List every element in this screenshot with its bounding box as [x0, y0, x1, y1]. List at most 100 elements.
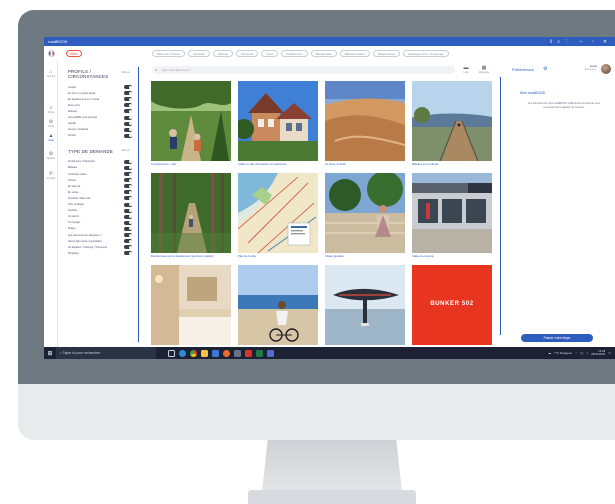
toggle-switch[interactable]	[124, 208, 132, 213]
activity-card[interactable]: Visiter la ville d'Arcachon en patrimoin…	[238, 81, 318, 166]
toggle-switch[interactable]	[124, 165, 132, 170]
toggle-switch[interactable]	[124, 133, 132, 138]
rail-item[interactable]: ⚙ Options	[44, 151, 58, 160]
filter-chip[interactable]: Restaurants	[310, 50, 337, 57]
weather-text[interactable]: 7°C Nuageux	[554, 351, 572, 355]
gear-icon[interactable]: ⚙	[543, 66, 547, 72]
toggle-switch[interactable]	[124, 220, 132, 225]
search-icon: ⌕	[155, 67, 158, 72]
card-photo	[325, 265, 405, 345]
rail-item[interactable]: ▲ Carte	[44, 133, 58, 142]
window-titlebar: roadBOOK ⇪ ⌕ ⋮ – ▫ ✕	[44, 37, 615, 46]
toggle-switch[interactable]	[124, 91, 132, 96]
chevron-up-icon[interactable]: ⌃	[575, 351, 578, 355]
toggle-switch[interactable]	[124, 196, 132, 201]
filter-chip[interactable]: Rythme	[212, 50, 234, 57]
edge-icon[interactable]	[179, 349, 186, 357]
toggle-switch[interactable]	[124, 251, 132, 256]
toggle-switch[interactable]	[124, 121, 132, 126]
preferences-pane: Préférences ⚙ Lucie Bienvenue ! Mon road…	[506, 61, 615, 347]
toggle-switch[interactable]	[124, 184, 132, 189]
clock[interactable]: 14:03 28/01/2022	[591, 349, 605, 357]
toggle-switch[interactable]	[124, 127, 132, 132]
activity-card[interactable]: La Dune du Pilat	[325, 81, 405, 166]
minimize-button[interactable]: –	[575, 39, 587, 45]
activity-card[interactable]	[325, 265, 405, 347]
activity-card[interactable]: BUNKER 502	[412, 265, 492, 345]
toggle-switch[interactable]	[124, 214, 132, 219]
app-icon[interactable]	[267, 349, 274, 357]
rail-item[interactable]: ⌂ Accueil	[44, 69, 58, 78]
next-step-button[interactable]: Passer votre étape	[521, 334, 593, 342]
language-flag-icon[interactable]	[48, 50, 55, 57]
activity-card[interactable]: Cyclotourisme / vélo	[151, 81, 231, 166]
toggle-switch[interactable]	[124, 202, 132, 207]
toggle-switch[interactable]	[124, 178, 132, 183]
toggle-switch[interactable]	[124, 226, 132, 231]
activity-card[interactable]: Plan de la ville	[238, 173, 318, 258]
toggle-switch[interactable]	[124, 159, 132, 164]
toggle-label: Insolites	[68, 209, 78, 213]
filter-chip[interactable]: Mots-clés choisis	[152, 50, 185, 57]
network-icon[interactable]: ◫	[581, 351, 584, 355]
monitor-stand	[262, 440, 402, 492]
activity-card[interactable]: Randonnées sur le département (parcours …	[151, 173, 231, 258]
filter-chip[interactable]: Parcours	[236, 50, 259, 57]
firefox-icon[interactable]	[223, 349, 230, 357]
activity-card[interactable]: Salles de cinéma	[412, 173, 492, 258]
view-button[interactable]: ▬ Liste	[460, 65, 472, 74]
search-input[interactable]: ⌕ Que cherchez-vous ?	[152, 66, 455, 74]
volume-icon[interactable]: ◖	[586, 351, 588, 355]
toggle-switch[interactable]	[124, 85, 132, 90]
close-button[interactable]: ✕	[599, 39, 611, 45]
toggle-switch[interactable]	[124, 190, 132, 195]
chrome-icon[interactable]	[190, 349, 197, 357]
rail-item[interactable]: ⚙ Outils	[44, 119, 58, 128]
card-caption: La Dune du Pilat	[325, 162, 346, 166]
toggle-label: Shopping	[68, 251, 79, 255]
toggle-switch[interactable]	[124, 115, 132, 120]
maximize-button[interactable]: ▫	[587, 39, 599, 45]
task-view-icon[interactable]	[168, 349, 175, 357]
notifications-icon[interactable]: ▭	[608, 351, 611, 355]
settings-icon[interactable]	[234, 349, 241, 357]
filter-button[interactable]: Initier	[66, 50, 82, 57]
toggle-switch[interactable]	[124, 97, 132, 102]
taskbar-search-input[interactable]: ⌕ Taper ici pour rechercher	[56, 347, 156, 359]
filter-chip[interactable]: Lieux	[261, 50, 279, 57]
excel-icon[interactable]	[256, 349, 263, 357]
profile-reset-link[interactable]: Effacer	[122, 71, 130, 74]
toggle-switch[interactable]	[124, 103, 132, 108]
filter-chip[interactable]: Randonnées	[372, 50, 400, 57]
card-caption: Visiter la ville d'Arcachon en patrimoin…	[238, 162, 287, 166]
rail-item[interactable]: ⌕ Filtres	[44, 105, 58, 114]
windows-start-icon[interactable]: ⊞	[44, 350, 56, 357]
request-reset-link[interactable]: Effacer	[122, 149, 130, 152]
weather-icon[interactable]: ☁	[548, 351, 551, 355]
view-button[interactable]: ▦ Mosaïque	[478, 65, 490, 74]
filter-chip[interactable]: Préférences	[281, 50, 308, 57]
mail-icon[interactable]	[212, 349, 219, 357]
activity-card[interactable]	[238, 265, 318, 347]
toggle-switch[interactable]	[124, 172, 132, 177]
filter-chip[interactable]: Hébergements / Campings	[402, 50, 449, 57]
pdf-icon[interactable]	[245, 349, 252, 357]
filter-chip[interactable]: Contexte	[187, 50, 210, 57]
files-icon[interactable]	[201, 349, 208, 357]
share-icon[interactable]: ⇪	[549, 39, 553, 45]
activity-card[interactable]	[151, 265, 231, 347]
toggle-switch[interactable]	[124, 233, 132, 238]
activity-card[interactable]: Visites guidées	[325, 173, 405, 258]
user-info[interactable]: Lucie Bienvenue !	[585, 64, 597, 72]
activity-card[interactable]: Balades sur le littoral	[412, 81, 492, 166]
filter-chip[interactable]: Balades nature	[339, 50, 370, 57]
toggle-switch[interactable]	[124, 245, 132, 250]
rail-item[interactable]: ✆ Contact	[44, 171, 58, 180]
menu-icon[interactable]: ⋮	[564, 39, 569, 45]
toggle-switch[interactable]	[124, 109, 132, 114]
avatar[interactable]	[601, 64, 611, 74]
top-bar: Initier Mots-clés choisis Contexte Rythme P…	[44, 46, 615, 61]
toggle-switch[interactable]	[124, 239, 132, 244]
roadbook-title: Mon roadBOOK	[520, 91, 546, 95]
search-icon[interactable]: ⌕	[557, 39, 560, 45]
